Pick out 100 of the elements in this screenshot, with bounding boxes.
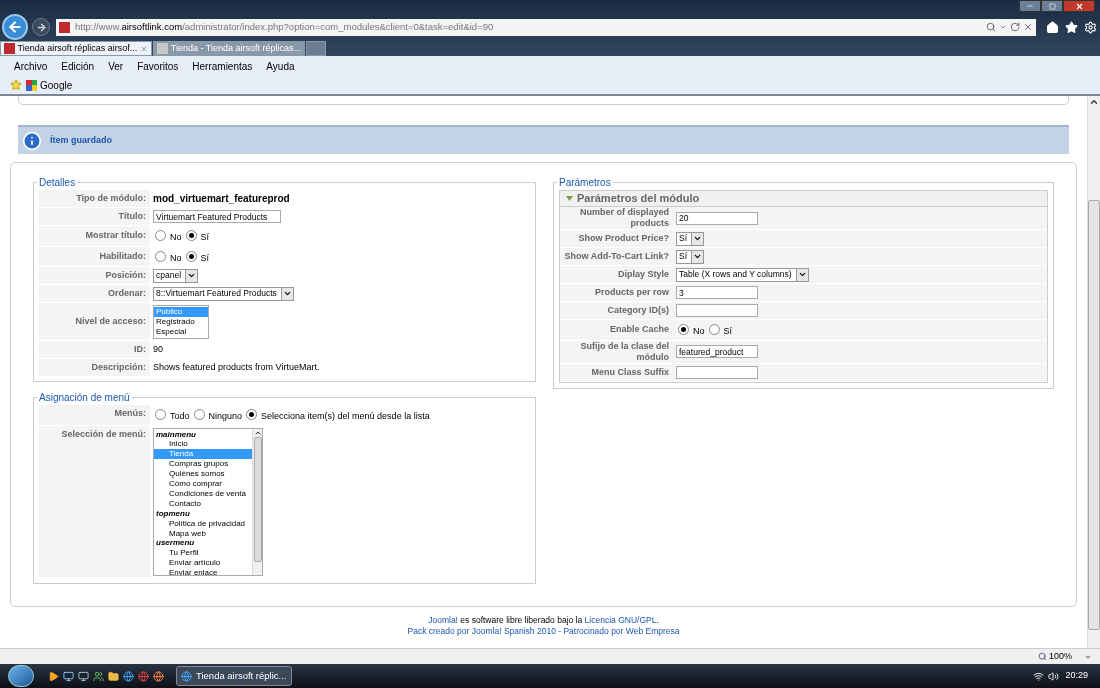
network-icon[interactable] <box>1033 670 1045 682</box>
select-field[interactable]: 8::Virtuemart Featured Products <box>153 286 294 301</box>
site-icon <box>58 20 71 34</box>
menu-group: topmenu <box>154 508 252 519</box>
field-label: Products per row <box>595 287 669 298</box>
favorite-link[interactable]: Google <box>26 77 73 93</box>
text-field[interactable]: Virtuemart Featured Products <box>153 210 281 223</box>
select-field[interactable]: Sí <box>676 249 705 264</box>
radio-button[interactable] <box>185 230 197 242</box>
menu-group: mainmenu <box>154 429 252 440</box>
scrollbar[interactable] <box>1087 96 1100 648</box>
radio-button[interactable] <box>246 409 258 421</box>
menu-listbox[interactable]: mainmenu Inicio Tienda Compras grupos Quiénes somos Cómo comprar Condiciones de venta Contacto topmenu Política de privacidad Mapa web usermenu Tu Perfil Enviar artículo Enviar enlace <box>153 427 263 576</box>
radio-label: Todo <box>170 410 190 423</box>
browser-icon[interactable] <box>123 670 134 682</box>
zoom-level[interactable]: 100% <box>1048 649 1072 664</box>
desktop-icon[interactable] <box>63 670 74 682</box>
address-bar[interactable]: http://www.airsoftlink.com/administrator/index.php?option=com_modules&client=0&task=edit&id=90 <box>56 18 1036 36</box>
browser-icon[interactable] <box>153 670 164 682</box>
field-value: 90 <box>153 342 163 356</box>
menu-option[interactable]: Condiciones de venta <box>154 488 252 499</box>
forward-button[interactable] <box>32 18 50 36</box>
users-icon[interactable] <box>93 670 104 682</box>
menu-option[interactable]: Mapa web <box>154 528 252 539</box>
menu-option[interactable]: Contacto <box>154 498 252 509</box>
restore-button[interactable] <box>1041 0 1063 12</box>
menu-item[interactable]: Herramientas <box>192 58 253 74</box>
select-field[interactable]: cpanel <box>153 268 199 283</box>
back-button[interactable] <box>2 14 28 40</box>
scrollbar[interactable] <box>252 428 262 575</box>
browser-icon[interactable] <box>138 670 149 682</box>
field-label: Mostrar título: <box>85 230 146 242</box>
info-icon <box>22 130 42 151</box>
menu-item[interactable]: Edición <box>61 58 95 74</box>
close-icon <box>1074 1 1084 11</box>
home-icon[interactable] <box>1046 20 1059 34</box>
panel-header[interactable]: Parámetros del módulo <box>560 191 1047 207</box>
menu-option[interactable]: Compras grupos <box>154 459 252 470</box>
radio-button[interactable] <box>155 230 166 242</box>
text-field[interactable]: featured_product <box>676 345 758 358</box>
module-type: mod_virtuemart_featureprod <box>153 192 290 206</box>
text-field[interactable] <box>676 365 758 379</box>
minimize-button[interactable] <box>1019 0 1041 12</box>
window-icon[interactable] <box>78 670 89 682</box>
start-button[interactable] <box>8 665 34 687</box>
refresh-icon[interactable] <box>1010 22 1020 32</box>
menu-option[interactable]: Enviar artículo <box>154 558 252 569</box>
scroll-up-icon[interactable] <box>1089 97 1099 107</box>
menu-option[interactable]: Cómo comprar <box>154 479 252 489</box>
listbox-option[interactable]: Especial <box>154 327 208 337</box>
field-label: Descripción: <box>91 362 146 373</box>
field-label: ID: <box>134 344 146 355</box>
folder-icon[interactable] <box>108 670 119 682</box>
menu-item[interactable]: Ver <box>108 58 124 74</box>
listbox-option[interactable]: Registrado <box>154 317 208 327</box>
field-label: Category ID(s) <box>607 305 669 316</box>
menu-item[interactable]: Archivo <box>14 58 48 74</box>
search-icon[interactable] <box>986 22 996 32</box>
menu-item[interactable]: Favoritos <box>137 58 179 74</box>
text-field[interactable]: 20 <box>676 211 758 225</box>
access-listbox[interactable]: Público Registrado Especial <box>153 305 209 339</box>
caret-icon[interactable] <box>999 23 1007 31</box>
radio-button[interactable] <box>155 409 166 421</box>
credits-link[interactable]: Pack creado por Joomla! Spanish 2010 - Patrocinado por Web Empresa <box>407 626 680 637</box>
radio-button[interactable] <box>678 324 689 336</box>
message-text: Ítem guardado <box>50 133 112 147</box>
menu-option[interactable]: Enviar enlace <box>154 568 252 575</box>
close-button[interactable] <box>1063 0 1095 12</box>
text-field[interactable] <box>676 304 758 317</box>
field-label: Tipo de módulo: <box>76 193 146 204</box>
menu-option[interactable]: Política de privacidad <box>154 518 252 529</box>
section-title: Detalles <box>38 176 77 190</box>
media-icon[interactable] <box>48 670 59 682</box>
volume-icon[interactable] <box>1048 670 1060 682</box>
radio-button[interactable] <box>185 250 197 262</box>
menu-item[interactable]: Ayuda <box>266 58 295 74</box>
license-text: Joomla! es software libre liberado bajo la Licencia GNU/GPL. <box>428 615 659 626</box>
radio-button[interactable] <box>193 409 205 421</box>
browser-tab[interactable]: Tienda airsoft réplicas airsof... <box>0 41 152 56</box>
footer-link[interactable]: Joomla! <box>428 615 458 625</box>
field-label: Show Add-To-Cart Link? <box>564 251 669 262</box>
text-field[interactable]: 3 <box>676 286 758 299</box>
stop-icon[interactable] <box>1023 22 1033 32</box>
field-label: Menús: <box>114 408 146 419</box>
settings-icon[interactable] <box>1084 20 1097 34</box>
radio-button[interactable] <box>155 250 166 262</box>
field-label: Título: <box>118 211 146 222</box>
field-label: Menu Class Suffix <box>591 366 669 378</box>
zoom-icon[interactable] <box>1037 652 1047 661</box>
clock[interactable]: 20:29 <box>1065 669 1088 683</box>
select-field[interactable]: Sí <box>676 231 705 246</box>
radio-button[interactable] <box>708 324 720 336</box>
select-field[interactable]: Table (X rows and Y columns) <box>676 267 809 282</box>
radio-label: No <box>170 231 182 244</box>
restore-icon <box>1048 2 1056 10</box>
field-value: Shows featured products from VirtueMart. <box>153 360 320 374</box>
menu-option[interactable]: Tu Perfil <box>154 548 252 559</box>
taskbar-window[interactable]: Tienda airsoft réplic... <box>176 666 292 686</box>
menu-option[interactable]: Inicio <box>154 439 252 450</box>
menu-option[interactable]: Quiénes somos <box>154 469 252 480</box>
